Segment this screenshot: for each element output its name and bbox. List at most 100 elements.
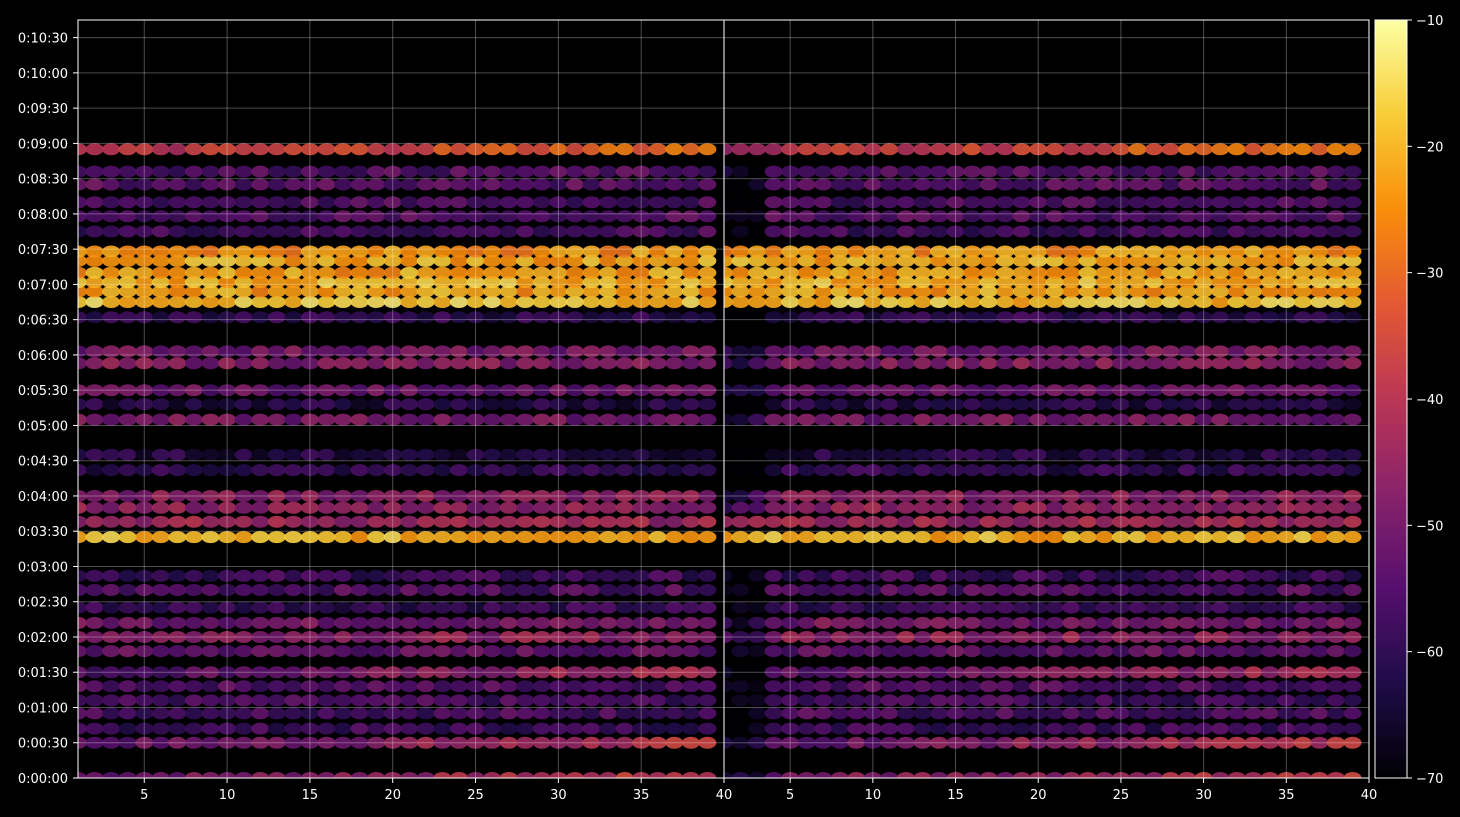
heat-cell — [930, 501, 948, 514]
heat-cell — [201, 645, 220, 658]
heat-cell — [1095, 210, 1114, 223]
heat-cell — [1012, 165, 1031, 178]
heat-cell — [1244, 165, 1263, 178]
heat-cell — [251, 584, 270, 596]
heat-cell — [847, 645, 866, 658]
heat-cell — [350, 616, 369, 629]
heat-cell — [731, 722, 750, 735]
heat-cell — [814, 196, 833, 209]
heat-cell — [814, 694, 833, 707]
heat-cell — [85, 178, 104, 191]
y-tick-label: 0:08:00 — [18, 208, 68, 223]
heat-cell — [1161, 225, 1180, 238]
x-tick-label: 5 — [140, 788, 148, 803]
heat-cell — [880, 311, 899, 324]
heat-cell — [1211, 178, 1230, 191]
heat-cell — [1178, 722, 1197, 735]
heat-cell — [168, 143, 187, 156]
heat-cell — [1045, 398, 1064, 411]
y-tick-label: 0:03:30 — [18, 525, 68, 540]
heat-cell — [516, 645, 535, 658]
heat-cell — [599, 515, 618, 528]
heat-cell — [168, 245, 187, 258]
heat-cell — [1145, 210, 1163, 223]
heat-cell — [151, 210, 170, 223]
heat-cell — [334, 296, 352, 308]
heat-cell — [830, 584, 849, 596]
heat-cell — [102, 357, 121, 370]
heat-cell — [582, 645, 601, 658]
heat-cell — [1012, 515, 1031, 528]
heat-cell — [532, 165, 551, 178]
heat-cell — [102, 311, 121, 324]
heat-cell — [764, 345, 783, 358]
heat-cell — [1293, 196, 1312, 209]
heat-cell — [963, 645, 982, 658]
heat-cell — [963, 266, 982, 279]
heat-cell — [516, 196, 535, 209]
heat-cell — [979, 165, 998, 178]
heat-cell — [1161, 531, 1180, 544]
heat-cell — [896, 448, 915, 461]
heat-cell — [996, 584, 1015, 596]
heat-cell — [1343, 345, 1362, 358]
heat-cell — [1227, 196, 1246, 209]
heat-cell — [599, 569, 618, 582]
heat-cell — [267, 345, 286, 358]
heat-cell — [1227, 694, 1246, 707]
heat-cell — [1161, 707, 1180, 720]
heat-cell — [118, 680, 137, 693]
heat-cell — [1260, 645, 1279, 658]
heat-cell — [582, 196, 601, 209]
heat-cell — [251, 694, 270, 707]
heat-cell — [913, 398, 932, 411]
heat-cell — [416, 501, 435, 514]
heat-cell — [1211, 531, 1230, 544]
heat-cell — [416, 569, 435, 582]
heat-cell — [979, 722, 998, 735]
heat-cell — [797, 645, 816, 658]
heat-cell — [830, 210, 849, 223]
heat-cell — [168, 569, 187, 582]
colorbar-tick-label: −70 — [1416, 772, 1443, 787]
heat-cell — [334, 345, 352, 358]
heat-cell — [367, 311, 386, 324]
heat-cell — [913, 266, 932, 279]
heat-cell — [400, 694, 419, 707]
heat-cell — [416, 398, 435, 411]
heat-cell — [582, 464, 601, 477]
heat-cell — [317, 225, 336, 238]
heat-cell — [648, 178, 667, 191]
heat-cell — [979, 707, 998, 720]
heat-cell — [1078, 616, 1097, 629]
heat-cell — [334, 584, 352, 596]
heat-cell — [1145, 707, 1163, 720]
heat-cell — [748, 143, 767, 156]
heat-cell — [615, 245, 634, 258]
heat-cell — [830, 707, 849, 720]
heat-cell — [930, 680, 948, 693]
heat-cell — [1310, 464, 1329, 477]
heat-cell — [284, 501, 303, 514]
heat-cell — [1045, 178, 1064, 191]
heat-cell — [334, 178, 352, 191]
heat-cell — [1211, 311, 1230, 324]
heat-cell — [1178, 601, 1197, 614]
heat-cell — [930, 569, 948, 582]
heat-cell — [1244, 645, 1263, 658]
heat-cell — [797, 266, 816, 279]
heat-cell — [1045, 601, 1064, 614]
heat-cell — [1310, 584, 1329, 596]
heat-cell — [582, 680, 601, 693]
heat-cell — [1244, 266, 1263, 279]
heat-cell — [1062, 357, 1081, 370]
heat-cell — [1062, 569, 1081, 582]
heat-cell — [499, 357, 518, 370]
heat-cell — [1343, 601, 1362, 614]
y-tick-label: 0:05:30 — [18, 384, 68, 399]
heat-cell — [930, 515, 948, 528]
heat-cell — [615, 722, 634, 735]
heat-cell — [648, 345, 667, 358]
heat-cell — [797, 531, 816, 544]
heat-cell — [400, 178, 419, 191]
